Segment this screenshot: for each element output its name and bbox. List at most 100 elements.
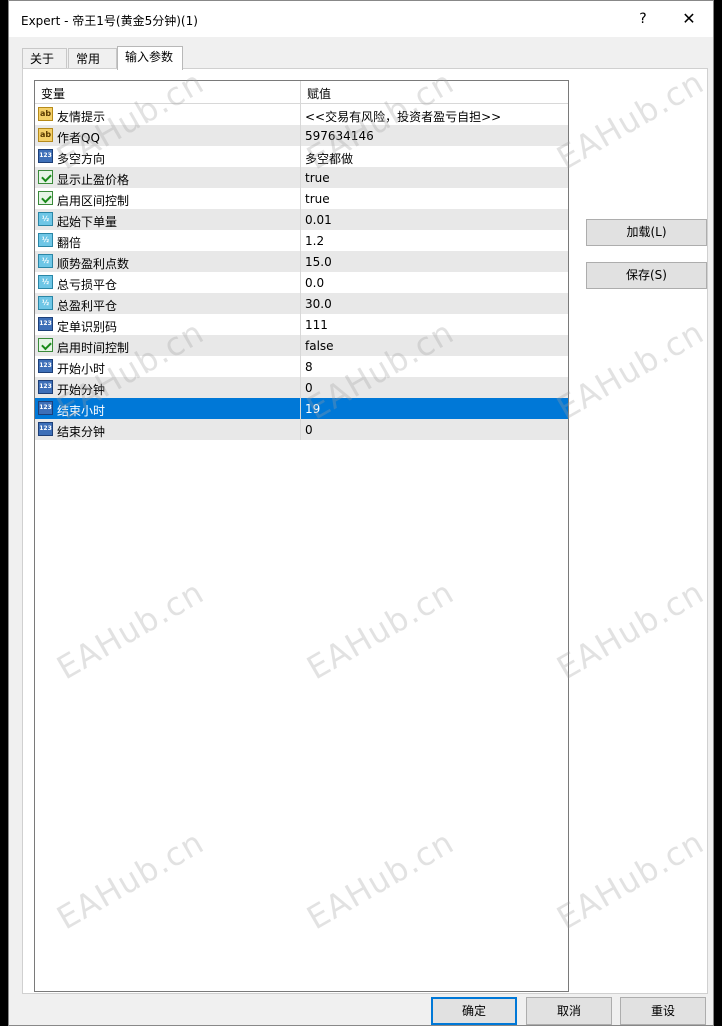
parameter-value-cell[interactable]: 0.0	[301, 272, 568, 293]
close-button[interactable]: ✕	[675, 9, 703, 29]
parameter-name: 开始分钟	[57, 383, 106, 397]
parameter-name-cell[interactable]: 123 结束分钟	[35, 419, 301, 440]
string-type-icon: ab	[38, 107, 53, 121]
parameter-value-cell[interactable]: 0	[301, 419, 568, 440]
parameter-value-cell[interactable]: 0	[301, 377, 568, 398]
parameter-name: 多空方向	[57, 152, 106, 166]
parameter-name-cell[interactable]: 启用区间控制	[35, 188, 301, 209]
parameter-value-cell[interactable]: <<交易有风险，投资者盈亏自担>>	[301, 104, 568, 125]
parameter-value-cell[interactable]: 1.2	[301, 230, 568, 251]
parameter-value: 597634146	[305, 129, 374, 143]
ok-button[interactable]: 确定	[431, 997, 517, 1025]
parameter-value: 0	[305, 423, 313, 437]
parameter-name-cell[interactable]: ½ 顺势盈利点数	[35, 251, 301, 272]
parameter-row[interactable]: ½ 起始下单量 0.01	[35, 209, 568, 230]
parameter-name-cell[interactable]: ab 作者QQ	[35, 125, 301, 146]
parameter-name-cell[interactable]: ab 友情提示	[35, 104, 301, 125]
load-button[interactable]: 加载(L)	[586, 219, 707, 246]
parameters-grid[interactable]: 变量 赋值 ab 友情提示 <<交易有风险，投资者盈亏自担>> ab 作者QQ 59763…	[34, 80, 569, 992]
parameter-name: 友情提示	[57, 110, 106, 124]
help-button[interactable]: ?	[629, 9, 657, 29]
parameter-name-cell[interactable]: 123 开始分钟	[35, 377, 301, 398]
parameter-value-cell[interactable]: 30.0	[301, 293, 568, 314]
parameter-value-cell[interactable]: 8	[301, 356, 568, 377]
title-bar: Expert - 帝王1号(黄金5分钟)(1) ? ✕	[9, 1, 713, 37]
parameter-name: 开始小时	[57, 362, 106, 376]
parameter-value: 30.0	[305, 297, 332, 311]
parameter-row[interactable]: 启用区间控制 true	[35, 188, 568, 209]
parameter-name-cell[interactable]: ½ 总亏损平仓	[35, 272, 301, 293]
parameter-row[interactable]: ½ 总亏损平仓 0.0	[35, 272, 568, 293]
parameter-value: 0.0	[305, 276, 325, 290]
parameter-name: 起始下单量	[57, 215, 118, 229]
grid-rows: ab 友情提示 <<交易有风险，投资者盈亏自担>> ab 作者QQ 597634146 12…	[35, 104, 568, 440]
parameter-name-cell[interactable]: 123 定单识别码	[35, 314, 301, 335]
parameter-name: 翻倍	[57, 236, 82, 250]
parameter-name: 显示止盈价格	[57, 173, 130, 187]
header-name-label: 变量	[41, 87, 66, 101]
save-button[interactable]: 保存(S)	[586, 262, 707, 289]
parameter-value-cell[interactable]: 0.01	[301, 209, 568, 230]
tab-common[interactable]: 常用	[68, 48, 117, 68]
cancel-button[interactable]: 取消	[526, 997, 612, 1025]
parameter-row[interactable]: 启用时间控制 false	[35, 335, 568, 356]
parameter-value: true	[305, 171, 330, 185]
parameter-row[interactable]: ab 友情提示 <<交易有风险，投资者盈亏自担>>	[35, 104, 568, 125]
parameter-row[interactable]: 123 定单识别码 111	[35, 314, 568, 335]
parameter-row[interactable]: 123 开始小时 8	[35, 356, 568, 377]
window-title: Expert - 帝王1号(黄金5分钟)(1)	[21, 14, 198, 28]
tab-about[interactable]: 关于	[22, 48, 67, 68]
parameter-value-cell[interactable]: true	[301, 167, 568, 188]
parameter-value-cell[interactable]: false	[301, 335, 568, 356]
parameter-row[interactable]: ½ 顺势盈利点数 15.0	[35, 251, 568, 272]
parameter-name-cell[interactable]: 启用时间控制	[35, 335, 301, 356]
parameter-value-cell[interactable]: 597634146	[301, 125, 568, 146]
parameter-value-cell[interactable]: 15.0	[301, 251, 568, 272]
double-type-icon: ½	[38, 296, 53, 310]
parameter-value-cell[interactable]: 多空都做	[301, 146, 568, 167]
parameter-row[interactable]: 123 结束分钟 0	[35, 419, 568, 440]
background-chart-left	[0, 0, 8, 1026]
parameter-name-cell[interactable]: 123 多空方向	[35, 146, 301, 167]
parameter-name-cell[interactable]: ½ 翻倍	[35, 230, 301, 251]
parameter-value: 多空都做	[305, 152, 354, 166]
parameter-row[interactable]: ½ 翻倍 1.2	[35, 230, 568, 251]
parameter-row[interactable]: 123 开始分钟 0	[35, 377, 568, 398]
string-type-icon: ab	[38, 128, 53, 142]
header-value-cell[interactable]: 赋值	[301, 81, 568, 103]
integer-type-icon: 123	[38, 359, 53, 373]
parameter-row[interactable]: ½ 总盈利平仓 30.0	[35, 293, 568, 314]
reset-button[interactable]: 重设	[620, 997, 706, 1025]
parameter-value: 0.01	[305, 213, 332, 227]
parameter-value: 19	[305, 402, 321, 416]
parameter-row[interactable]: 123 多空方向 多空都做	[35, 146, 568, 167]
double-type-icon: ½	[38, 254, 53, 268]
parameter-value: 15.0	[305, 255, 332, 269]
integer-type-icon: 123	[38, 401, 53, 415]
parameter-value: 8	[305, 360, 313, 374]
inputs-panel: 变量 赋值 ab 友情提示 <<交易有风险，投资者盈亏自担>> ab 作者QQ 59763…	[22, 68, 708, 994]
parameter-value-cell[interactable]: true	[301, 188, 568, 209]
parameter-value: <<交易有风险，投资者盈亏自担>>	[305, 110, 502, 124]
parameter-name-cell[interactable]: 显示止盈价格	[35, 167, 301, 188]
double-type-icon: ½	[38, 212, 53, 226]
tab-inputs[interactable]: 输入参数	[117, 46, 183, 70]
parameter-name-cell[interactable]: 123 开始小时	[35, 356, 301, 377]
parameter-row[interactable]: ab 作者QQ 597634146	[35, 125, 568, 146]
parameter-value: 0	[305, 381, 313, 395]
parameter-name-cell[interactable]: ½ 总盈利平仓	[35, 293, 301, 314]
parameter-row[interactable]: 123 结束小时 19	[35, 398, 568, 419]
parameter-name: 总亏损平仓	[57, 278, 118, 292]
header-name-cell[interactable]: 变量	[35, 81, 301, 103]
parameter-name: 结束小时	[57, 404, 106, 418]
parameter-row[interactable]: 显示止盈价格 true	[35, 167, 568, 188]
parameter-value-cell[interactable]: 19	[301, 398, 568, 419]
parameter-name-cell[interactable]: ½ 起始下单量	[35, 209, 301, 230]
boolean-type-icon	[38, 191, 53, 205]
parameter-name: 启用时间控制	[57, 341, 130, 355]
parameter-name: 顺势盈利点数	[57, 257, 130, 271]
parameter-value-cell[interactable]: 111	[301, 314, 568, 335]
parameter-name-cell[interactable]: 123 结束小时	[35, 398, 301, 419]
boolean-type-icon	[38, 338, 53, 352]
parameter-value: false	[305, 339, 334, 353]
